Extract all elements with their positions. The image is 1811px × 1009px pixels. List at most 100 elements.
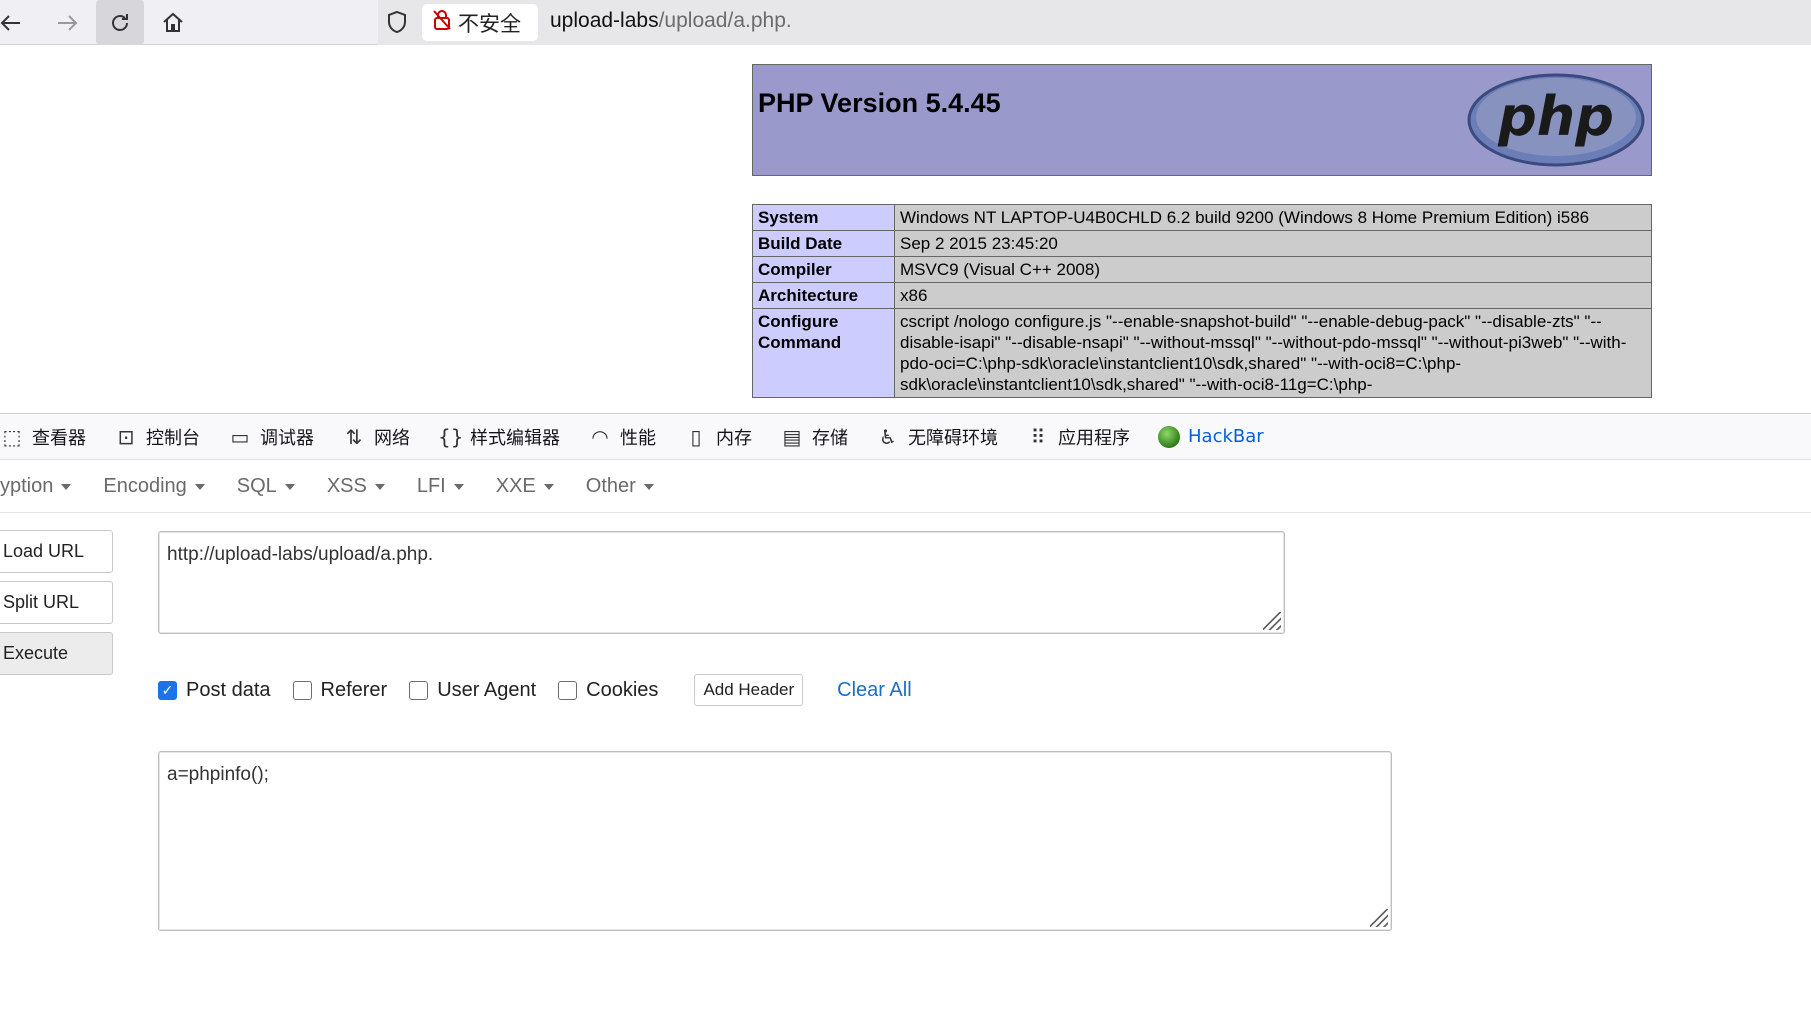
post-data-checkbox[interactable]: ✓ [158,680,177,700]
tab-storage[interactable]: ▤ 存储 [766,414,862,460]
post-data-option[interactable]: ✓ Post data [158,679,271,702]
tab-label: HackBar [1188,426,1264,447]
tab-debugger[interactable]: ▭ 调试器 [214,414,328,460]
clear-all-link[interactable]: Clear All [837,679,911,702]
tab-console[interactable]: ⊡ 控制台 [100,414,214,460]
tab-network[interactable]: ⇅ 网络 [328,414,424,460]
tab-accessibility[interactable]: ♿ 无障碍环境 [862,414,1012,460]
chevron-down-icon [284,484,295,490]
forward-arrow-icon[interactable] [44,0,90,45]
php-logo: php [1467,73,1645,167]
reload-icon[interactable] [96,0,144,45]
menu-xss[interactable]: XSS [311,475,401,498]
menu-label: Other [585,474,636,497]
chevron-down-icon [643,484,654,490]
url-host: upload-labs [550,9,659,32]
row-value: cscript /nologo configure.js "--enable-s… [894,308,1652,398]
row-value: Windows NT LAPTOP-U4B0CHLD 6.2 build 920… [894,204,1652,231]
tab-style-editor[interactable]: {} 样式编辑器 [424,414,574,460]
option-label: User Agent [437,678,537,701]
menu-label: Encoding [103,474,187,497]
insecure-lock-icon [432,9,452,36]
menu-xxe[interactable]: XXE [480,475,570,498]
row-key: Build Date [752,230,895,257]
devtools-tabbar: ⬚ 查看器 ⊡ 控制台 ▭ 调试器 ⇅ 网络 {} 样式编辑器 ◠ 性能 ▯ 内存 ▤ 存储 ♿… [0,414,1811,460]
chevron-down-icon [374,484,385,490]
row-key: Architecture [752,282,895,309]
url-textarea-value: http://upload-labs/upload/a.php. [167,544,434,565]
devtools-panel: ⬚ 查看器 ⊡ 控制台 ▭ 调试器 ⇅ 网络 {} 样式编辑器 ◠ 性能 ▯ 内存 ▤ 存储 ♿… [0,413,1811,1009]
insecure-label: 不安全 [458,11,521,36]
tab-memory[interactable]: ▯ 内存 [670,414,766,460]
console-icon: ⊡ [117,424,135,449]
option-label: Cookies [586,678,659,701]
tab-performance[interactable]: ◠ 性能 [574,414,670,460]
load-url-button[interactable]: Load URL [0,530,113,573]
row-value: MSVC9 (Visual C++ 2008) [894,256,1652,283]
menu-label: XSS [326,474,367,497]
user-agent-checkbox[interactable] [409,680,429,700]
resize-handle-icon[interactable] [1263,612,1281,630]
menu-other[interactable]: Other [570,475,670,498]
option-label: Post data [186,678,271,701]
url-textarea[interactable]: http://upload-labs/upload/a.php. [158,531,1285,634]
add-header-button[interactable]: Add Header [694,674,804,706]
cookies-checkbox[interactable] [558,680,578,700]
table-row: System Windows NT LAPTOP-U4B0CHLD 6.2 bui… [752,204,1652,231]
referer-checkbox[interactable] [292,680,312,700]
table-row: Compiler MSVC9 (Visual C++ 2008) [752,256,1652,283]
accessibility-icon: ♿ [879,424,897,449]
user-agent-option[interactable]: User Agent [409,679,536,702]
insecure-indicator[interactable]: 不安全 [422,4,538,41]
menu-sql[interactable]: SQL [221,475,311,498]
table-row: Configure Command cscript /nologo configu… [752,308,1652,398]
menu-encryption[interactable]: yption [0,475,87,498]
url-path: /upload/a.php. [658,9,792,32]
tab-label: 性能 [620,427,656,449]
button-label: Load URL [3,541,85,561]
cookies-option[interactable]: Cookies [558,679,658,702]
execute-button[interactable]: Execute [0,632,113,675]
referer-option[interactable]: Referer [292,679,387,702]
button-label: Split URL [3,592,80,612]
chevron-down-icon [194,484,205,490]
tab-label: 存储 [812,427,848,449]
resize-handle-icon[interactable] [1370,909,1388,927]
php-version-title: PHP Version 5.4.45 [758,88,1001,118]
tab-hackbar[interactable]: HackBar [1144,414,1278,460]
menu-label: yption [0,474,54,497]
application-icon: ⠿ [1030,424,1046,449]
inspector-icon: ⬚ [2,424,22,449]
table-row: Architecture x86 [752,282,1652,309]
tab-application[interactable]: ⠿ 应用程序 [1012,414,1144,460]
browser-toolbar: 不安全 upload-labs/upload/a.php. [0,0,1811,45]
post-body-textarea[interactable]: a=phpinfo(); [158,751,1392,931]
post-body-value: a=phpinfo(); [167,764,269,785]
network-icon: ⇅ [345,424,363,449]
hackbar-icon [1158,425,1180,448]
shield-icon[interactable] [384,8,410,36]
url-text[interactable]: upload-labs/upload/a.php. [550,9,792,33]
tab-label: 内存 [716,427,752,449]
menu-label: LFI [416,474,446,497]
tab-label: 应用程序 [1058,427,1130,449]
row-value: x86 [894,282,1652,309]
menu-lfi[interactable]: LFI [401,475,480,498]
style-editor-icon: {} [438,424,464,449]
tab-label: 查看器 [32,427,86,449]
split-url-button[interactable]: Split URL [0,581,113,624]
tab-inspector[interactable]: ⬚ 查看器 [0,414,100,460]
storage-icon: ▤ [782,424,802,449]
phpinfo-content: PHP Version 5.4.45 php System Windows NT … [752,64,1652,398]
button-label: Add Header [703,680,795,699]
tab-label: 调试器 [260,427,314,449]
menu-label: XXE [495,474,536,497]
menu-encoding[interactable]: Encoding [87,475,220,498]
php-header: PHP Version 5.4.45 php [752,64,1652,176]
performance-icon: ◠ [591,424,609,449]
home-icon[interactable] [150,0,196,45]
row-key: Configure Command [752,308,895,398]
back-arrow-icon[interactable] [0,0,34,45]
tab-label: 网络 [374,427,410,449]
tab-label: 控制台 [146,427,200,449]
